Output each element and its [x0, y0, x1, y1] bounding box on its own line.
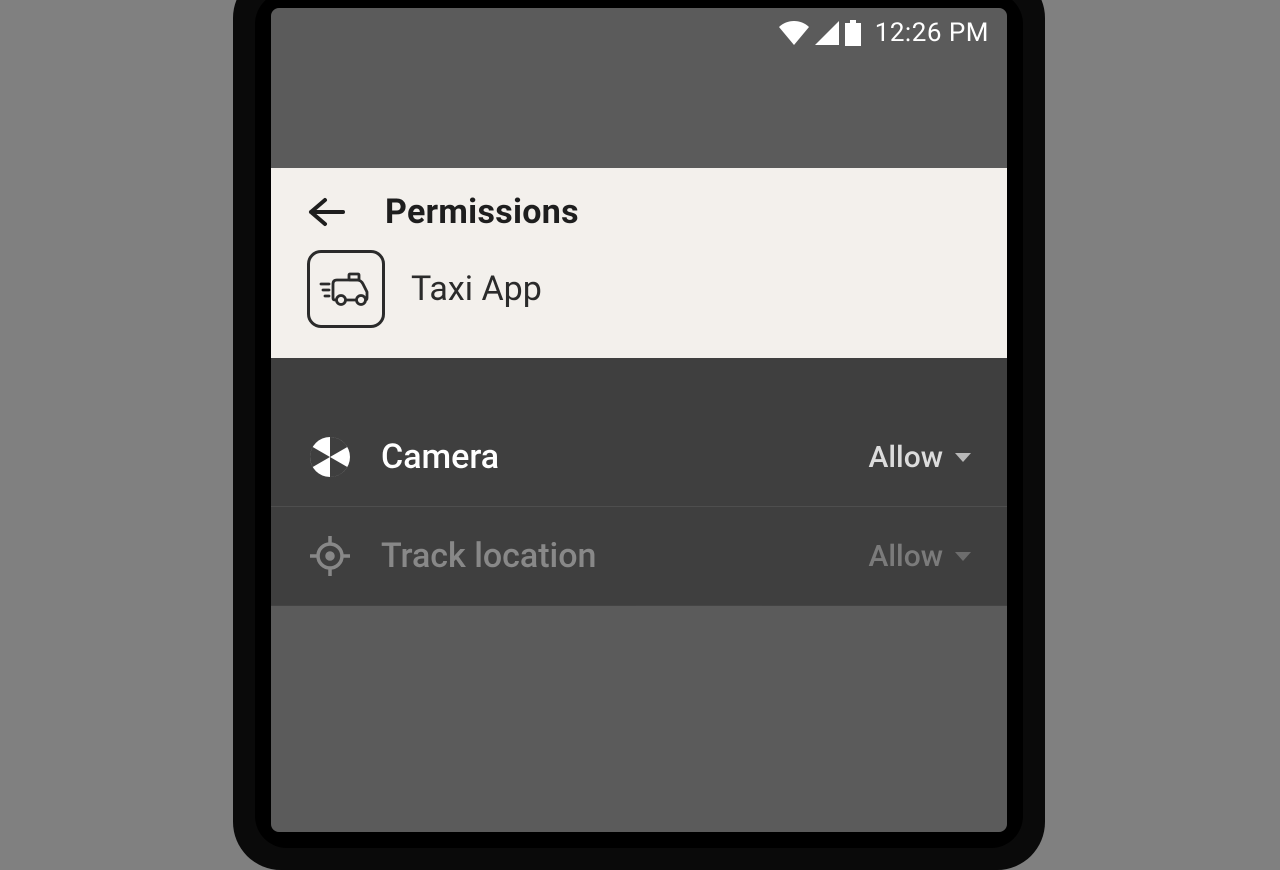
header-panel: Permissions T — [271, 168, 1007, 358]
title-row: Permissions — [271, 168, 1007, 250]
spacer-band — [271, 58, 1007, 168]
wifi-icon — [779, 21, 809, 45]
status-time: 12:26 PM — [875, 18, 989, 48]
battery-icon — [845, 20, 861, 46]
app-name: Taxi App — [411, 269, 542, 309]
status-bar: 12:26 PM — [271, 8, 1007, 58]
app-row: Taxi App — [271, 250, 1007, 358]
chevron-down-icon — [955, 453, 971, 462]
phone-bezel: 12:26 PM Permissions — [255, 0, 1023, 848]
screen: 12:26 PM Permissions — [271, 8, 1007, 832]
permissions-list: Camera Allow — [271, 358, 1007, 606]
permission-item-camera: Camera Allow — [271, 408, 1007, 507]
phone-frame: 12:26 PM Permissions — [233, 0, 1045, 870]
permission-label: Camera — [381, 437, 841, 477]
permission-value: Allow — [869, 440, 943, 475]
taxi-app-icon — [307, 250, 385, 328]
location-icon — [307, 533, 353, 579]
page-title: Permissions — [385, 192, 579, 232]
back-arrow-icon[interactable] — [307, 196, 345, 228]
permission-dropdown-location[interactable]: Allow — [869, 539, 971, 574]
camera-icon — [307, 434, 353, 480]
permission-value: Allow — [869, 539, 943, 574]
permission-item-location: Track location Allow — [271, 507, 1007, 606]
cell-signal-icon — [815, 21, 839, 45]
chevron-down-icon — [955, 552, 971, 561]
permission-dropdown-camera[interactable]: Allow — [869, 440, 971, 475]
permission-label: Track location — [381, 536, 841, 576]
